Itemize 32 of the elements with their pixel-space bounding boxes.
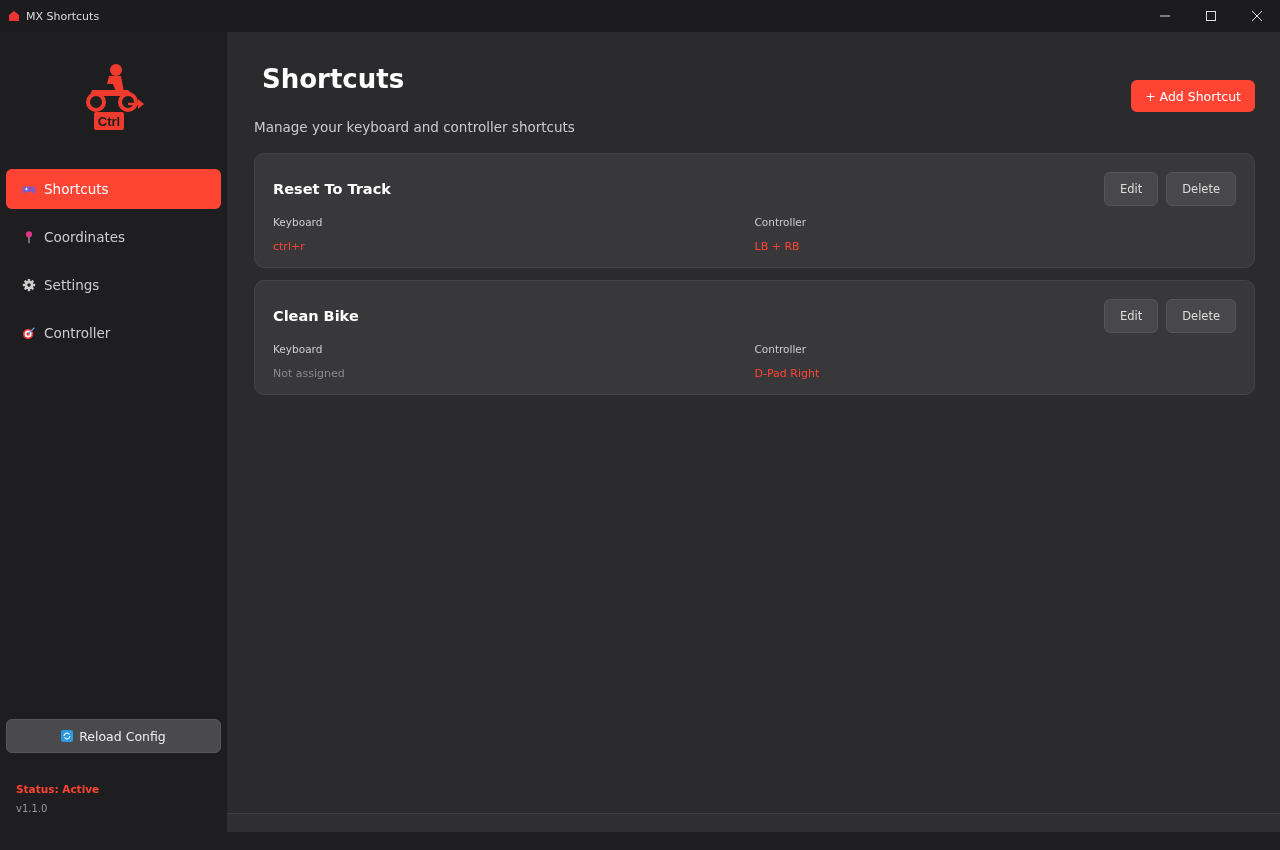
delete-button[interactable]: Delete [1166, 299, 1236, 333]
reload-config-button[interactable]: Reload Config [6, 719, 221, 753]
controller-binding: D-Pad Right [754, 367, 821, 380]
edit-button[interactable]: Edit [1103, 299, 1159, 333]
logo-drawing: Ctrl [81, 62, 146, 132]
keyboard-label: Keyboard [273, 216, 324, 228]
status-text: Status: Active [16, 783, 101, 795]
page-title: Shortcuts [262, 64, 405, 94]
nav-item[interactable]: Settings [6, 265, 221, 305]
maximize-icon [1206, 11, 1216, 21]
target-icon [22, 326, 36, 340]
edit-button[interactable]: Edit [1103, 172, 1159, 206]
version-text: v1.1.0 [16, 803, 49, 814]
nav-item[interactable]: Coordinates [6, 217, 221, 257]
delete-button[interactable]: Delete [1166, 172, 1236, 206]
page-subtitle: Manage your keyboard and controller shortcuts [254, 119, 576, 135]
controller-binding: LB + RB [754, 240, 801, 253]
close-icon [1252, 11, 1262, 21]
window-title: MX Shortcuts [26, 9, 100, 23]
keyboard-label: Keyboard [273, 343, 324, 355]
add-shortcut-button[interactable]: + Add Shortcut [1131, 80, 1255, 112]
controller-label: Controller [754, 343, 808, 355]
keyboard-binding: Not assigned [273, 367, 346, 380]
shortcut-name: Reset To Track [273, 181, 391, 197]
keyboard-binding: ctrl+r [273, 240, 306, 253]
shortcut-name: Clean Bike [273, 308, 359, 324]
gear-icon [22, 278, 36, 292]
app-icon [8, 10, 20, 22]
controller-label: Controller [754, 216, 808, 228]
nav-item[interactable]: Shortcuts [6, 169, 221, 209]
nav-item[interactable]: Controller [6, 313, 221, 353]
refresh-icon [61, 730, 74, 742]
